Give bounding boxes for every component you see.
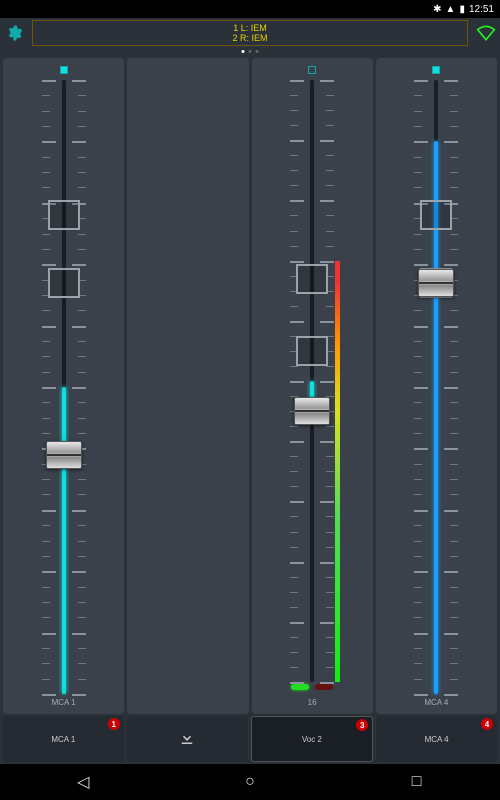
mixer-area: MCA 1 16 MCA 4 — [0, 48, 500, 716]
bottom-cell-label: MCA 4 — [425, 735, 449, 744]
header-line-2: 2 R: IEM — [232, 33, 267, 43]
page-indicator — [242, 50, 259, 53]
channel-strip: MCA 4 — [376, 58, 497, 714]
notification-badge: 4 — [481, 718, 493, 730]
settings-button[interactable] — [0, 19, 28, 47]
fader-knob[interactable] — [46, 441, 82, 469]
fader-knob[interactable] — [294, 397, 330, 425]
wifi-icon — [476, 24, 496, 42]
channel-indicators — [291, 684, 333, 694]
nav-back[interactable]: ◁ — [63, 770, 103, 794]
signal-icon: ▲ — [446, 4, 456, 15]
connection-button[interactable] — [472, 19, 500, 47]
channel-header[interactable]: 1 L: IEM 2 R: IEM — [32, 20, 468, 46]
channel-label: 16 — [308, 698, 317, 710]
bottom-cell[interactable] — [127, 716, 248, 762]
bottom-cell-label: Voc 2 — [302, 735, 322, 744]
fader-marker — [420, 200, 452, 230]
level-meter — [335, 261, 340, 682]
notification-badge: 1 — [108, 718, 120, 730]
header-line-1: 1 L: IEM — [233, 23, 267, 33]
fader-track — [127, 80, 248, 694]
mute-toggle[interactable] — [308, 66, 316, 74]
gear-icon — [5, 24, 23, 42]
mute-toggle[interactable] — [432, 66, 440, 74]
top-bar: 1 L: IEM 2 R: IEM — [0, 18, 500, 48]
bottom-cell-label: MCA 1 — [51, 735, 75, 744]
fader-marker — [296, 336, 328, 366]
fader-marker — [48, 200, 80, 230]
page-dot — [249, 50, 252, 53]
channel-label: MCA 4 — [424, 698, 448, 710]
nav-recent[interactable]: □ — [397, 770, 437, 794]
bottom-row: 1 MCA 1 3 Voc 2 4 MCA 4 — [0, 716, 500, 764]
page-dot — [256, 50, 259, 53]
battery-icon: ▮ — [459, 4, 465, 15]
fader-knob[interactable] — [418, 269, 454, 297]
fader-marker — [296, 264, 328, 294]
fader-marker — [48, 268, 80, 298]
channel-strip: 16 — [252, 58, 373, 714]
bottom-cell[interactable]: 3 Voc 2 — [251, 716, 374, 762]
download-icon — [178, 729, 196, 749]
app-screen: ✱ ▲ ▮ 12:51 1 L: IEM 2 R: IEM MCA 116MCA… — [0, 0, 500, 800]
fader-track[interactable] — [3, 80, 124, 694]
mute-toggle[interactable] — [60, 66, 68, 74]
bluetooth-icon: ✱ — [433, 4, 441, 15]
channel-label: MCA 1 — [52, 698, 76, 710]
channel-strip: MCA 1 — [3, 58, 124, 714]
android-nav-bar: ◁ ○ □ — [0, 764, 500, 800]
channel-strip — [127, 58, 248, 714]
page-dot — [242, 50, 245, 53]
bottom-cell[interactable]: 4 MCA 4 — [376, 716, 497, 762]
android-status-bar: ✱ ▲ ▮ 12:51 — [0, 0, 500, 18]
fader-track[interactable] — [376, 80, 497, 694]
status-time: 12:51 — [469, 4, 494, 15]
notification-badge: 3 — [356, 719, 368, 731]
fader-track[interactable] — [252, 80, 373, 682]
bottom-cell[interactable]: 1 MCA 1 — [3, 716, 124, 762]
nav-home[interactable]: ○ — [230, 770, 270, 794]
